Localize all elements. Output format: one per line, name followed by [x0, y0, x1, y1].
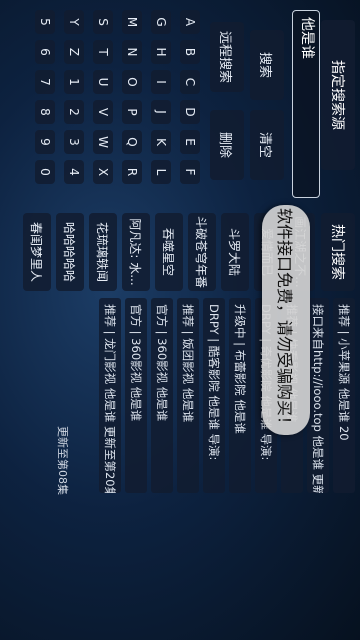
source-result-row[interactable]: 推荐 | 小苹果源 他是谁 20: [333, 298, 355, 493]
remote-search-button[interactable]: 远程搜索: [210, 22, 244, 92]
key-c[interactable]: C: [180, 70, 200, 94]
key-1[interactable]: 1: [64, 70, 84, 94]
key-6[interactable]: 6: [35, 40, 55, 64]
warning-toast: 软件接口免费，请勿受骗购买！: [262, 205, 310, 435]
key-h[interactable]: H: [151, 40, 171, 64]
key-5[interactable]: 5: [35, 10, 55, 34]
key-o[interactable]: O: [122, 70, 142, 94]
key-3[interactable]: 3: [64, 130, 84, 154]
key-s[interactable]: S: [93, 10, 113, 34]
search-input[interactable]: 他是谁: [292, 10, 320, 198]
key-7[interactable]: 7: [35, 70, 55, 94]
clear-button[interactable]: 清空: [250, 110, 284, 180]
key-0[interactable]: 0: [35, 160, 55, 184]
source-result-list: 推荐 | 小苹果源 他是谁 20 接口来自http://iooo.top 他是谁 …: [95, 298, 355, 498]
key-a[interactable]: A: [180, 10, 200, 34]
key-4[interactable]: 4: [64, 160, 84, 184]
search-button[interactable]: 搜索: [250, 30, 284, 100]
key-m[interactable]: M: [122, 10, 142, 34]
key-q[interactable]: Q: [122, 130, 142, 154]
source-result-row[interactable]: 接口来自http://iooo.top 他是谁 更新至第20集: [307, 298, 329, 493]
key-9[interactable]: 9: [35, 130, 55, 154]
source-result-row[interactable]: 推荐 | 龙门影视 他是谁 更新至第20集: [99, 298, 121, 493]
key-d[interactable]: D: [180, 100, 200, 124]
key-2[interactable]: 2: [64, 100, 84, 124]
key-w[interactable]: W: [93, 130, 113, 154]
hot-search-item[interactable]: 吞噬星空: [155, 213, 183, 291]
keypad: ABCDEF GHIJKL MNOPQR STUVWX YZ 1 2 3 4 5 6 7 8 9 0: [10, 10, 200, 200]
key-l[interactable]: L: [151, 160, 171, 184]
source-result-row[interactable]: DRPY | 酷客影院 他是谁 导演:: [203, 298, 225, 493]
key-v[interactable]: V: [93, 100, 113, 124]
hot-search-header: 热门搜索: [321, 213, 355, 291]
key-u[interactable]: U: [93, 70, 113, 94]
delete-button[interactable]: 删除: [210, 110, 244, 180]
key-f[interactable]: F: [180, 160, 200, 184]
key-r[interactable]: R: [122, 160, 142, 184]
key-y[interactable]: Y: [64, 10, 84, 34]
key-n[interactable]: N: [122, 40, 142, 64]
key-b[interactable]: B: [180, 40, 200, 64]
source-result-row[interactable]: 官方 | 360影视 他是谁: [125, 298, 147, 493]
source-result-row[interactable]: 推荐 | 饭团影视 他是谁: [177, 298, 199, 493]
hot-search-item[interactable]: 阿凡达: 水...: [122, 213, 150, 291]
key-j[interactable]: J: [151, 100, 171, 124]
key-z[interactable]: Z: [64, 40, 84, 64]
key-k[interactable]: K: [151, 130, 171, 154]
landscape-stage: 指定搜索源 热门搜索 他是谁 搜索 清空 远程搜索 删除 ABCDEF GHIJK…: [0, 0, 360, 640]
key-t[interactable]: T: [93, 40, 113, 64]
hot-search-item[interactable]: 哈哈哈哈哈: [56, 213, 84, 291]
hot-search-item[interactable]: 斗罗大陆: [221, 213, 249, 291]
key-p[interactable]: P: [122, 100, 142, 124]
hot-search-item[interactable]: 花琉璃轶闻: [89, 213, 117, 291]
hot-search-item[interactable]: 斗破苍穹年番: [188, 213, 216, 291]
source-result-row[interactable]: 升级中 | 布蕾影院 他是谁: [229, 298, 251, 493]
key-g[interactable]: G: [151, 10, 171, 34]
result-row-extra[interactable]: 更新至第08集: [51, 420, 73, 500]
source-selector-button[interactable]: 指定搜索源: [321, 20, 355, 170]
hot-search-item[interactable]: 春闺梦里人: [23, 213, 51, 291]
key-8[interactable]: 8: [35, 100, 55, 124]
key-x[interactable]: X: [93, 160, 113, 184]
key-i[interactable]: I: [151, 70, 171, 94]
source-result-row[interactable]: 官方 | 360影视 他是谁: [151, 298, 173, 493]
key-e[interactable]: E: [180, 130, 200, 154]
